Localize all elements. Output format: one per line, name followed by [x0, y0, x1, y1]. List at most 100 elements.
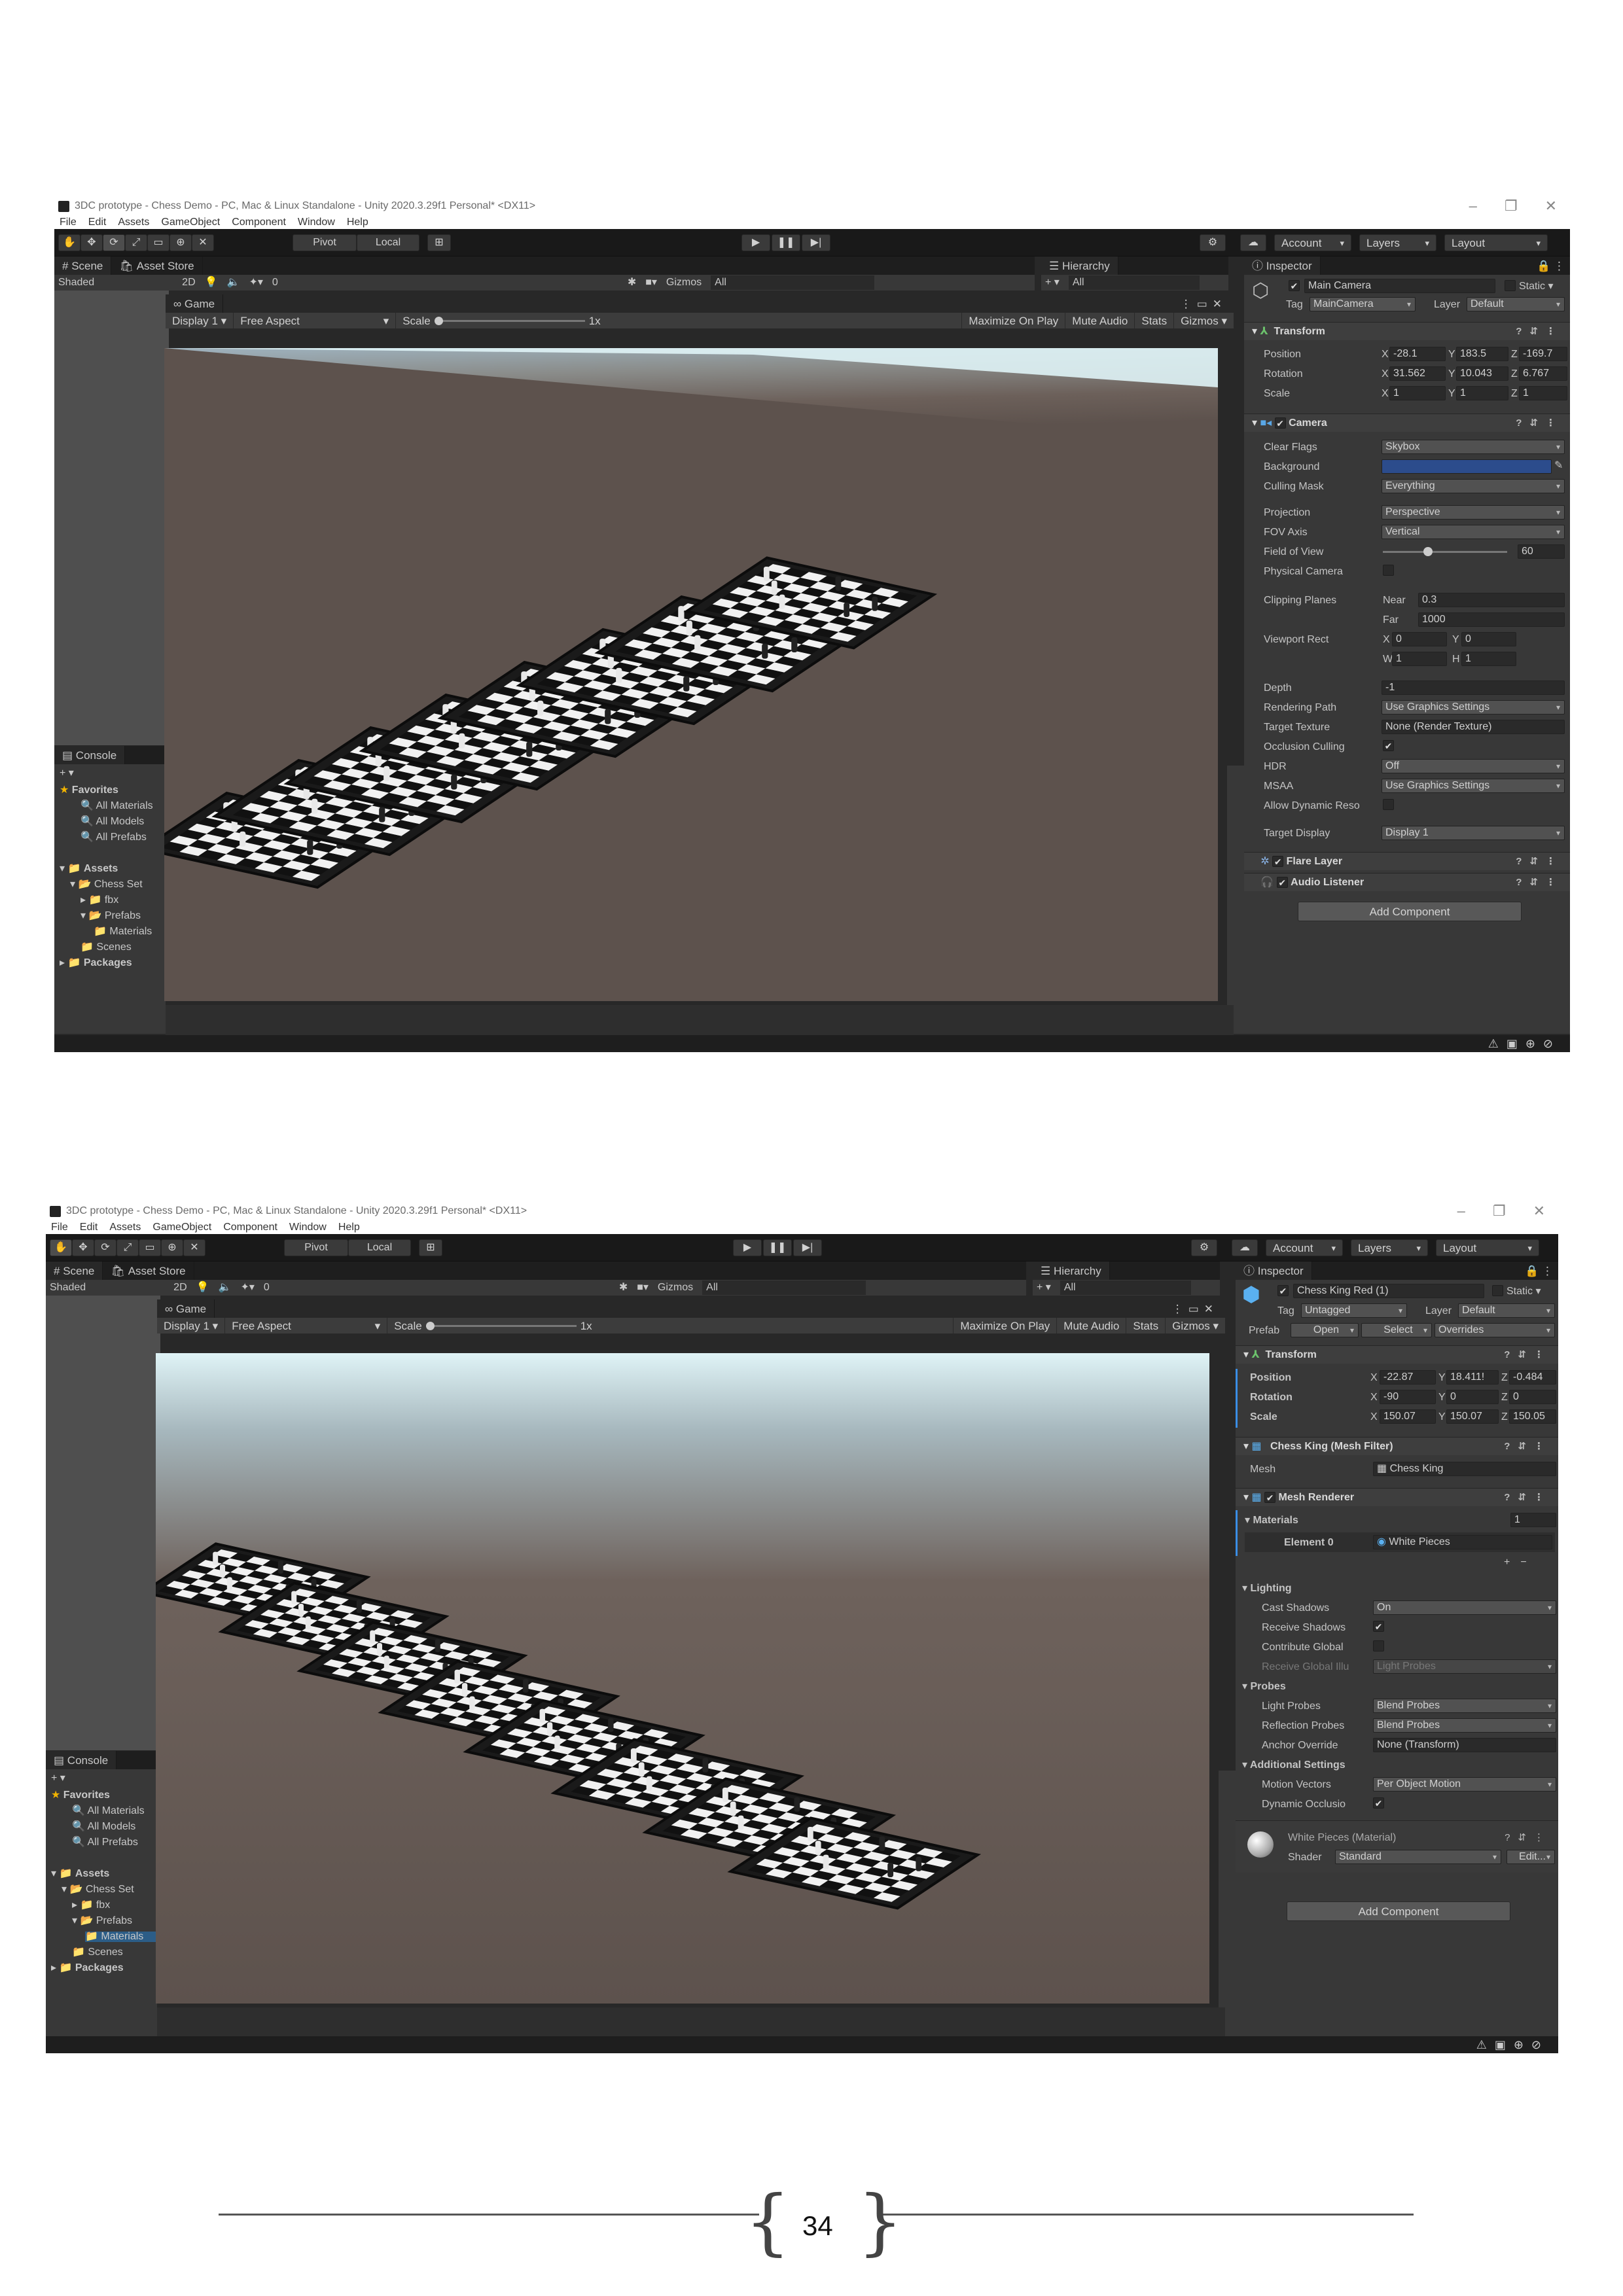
mesh-field[interactable]: ▦ Chess King: [1373, 1462, 1556, 1476]
rendering-path-dropdown[interactable]: Use Graphics Settings: [1382, 700, 1565, 715]
game-viewport[interactable]: [164, 348, 1218, 1001]
layout-dropdown[interactable]: Layout: [1436, 1239, 1539, 1256]
rotation-x-field[interactable]: 31.562: [1389, 366, 1446, 381]
mesh-renderer-menu-icons[interactable]: ?⇵⋮: [1504, 1492, 1552, 1502]
layers-dropdown[interactable]: Layers: [1351, 1239, 1428, 1256]
display-dropdown[interactable]: Display 1 ▾: [166, 313, 233, 328]
rotation-x-field[interactable]: -90: [1380, 1390, 1436, 1404]
reflection-probes-dropdown[interactable]: Blend Probes: [1373, 1718, 1556, 1733]
camera-enabled-checkbox[interactable]: ✔: [1274, 417, 1286, 429]
rect-tool-icon[interactable]: ▭: [147, 234, 169, 251]
custom-tool-icon[interactable]: ✕: [192, 234, 214, 251]
rotate-tool-icon[interactable]: ⟳: [94, 1239, 116, 1256]
object-name-field[interactable]: Chess King Red (1): [1293, 1284, 1484, 1298]
lighting-toggle-icon[interactable]: 💡: [205, 277, 218, 288]
maximize-on-play-toggle[interactable]: Maximize On Play: [961, 313, 1065, 328]
lighting-toggle-icon[interactable]: 💡: [196, 1282, 209, 1293]
scale-y-field[interactable]: 150.07: [1446, 1409, 1499, 1424]
inspector-lock-icon[interactable]: 🔒 ⋮: [1537, 260, 1570, 272]
account-dropdown[interactable]: Account: [1274, 234, 1351, 251]
transform-header[interactable]: ▾ ⅄ Transform ?⇵⋮: [1244, 322, 1570, 340]
position-z-field[interactable]: -169.7: [1519, 347, 1567, 361]
game-viewport[interactable]: [156, 1353, 1209, 2004]
add-component-button[interactable]: Add Component: [1298, 902, 1522, 921]
anchor-override-field[interactable]: None (Transform): [1373, 1738, 1556, 1752]
project-add-button[interactable]: + ▾: [60, 768, 74, 779]
fav-all-prefabs[interactable]: 🔍 All Prefabs: [80, 832, 147, 843]
flare-menu-icons[interactable]: ?⇵⋮: [1516, 857, 1563, 866]
play-button[interactable]: ▶: [733, 1239, 762, 1256]
object-name-field[interactable]: Main Camera: [1304, 279, 1495, 293]
materials-count-field[interactable]: 1: [1510, 1513, 1556, 1527]
tab-console[interactable]: ▤ Console: [54, 746, 126, 764]
menu-help[interactable]: Help: [347, 217, 368, 228]
layers-dropdown[interactable]: Layers: [1359, 234, 1436, 251]
prefabs-folder[interactable]: ▾ 📂 Prefabs: [72, 1916, 132, 1926]
rotate-tool-icon[interactable]: ⟳: [103, 234, 125, 251]
fav-all-models[interactable]: 🔍 All Models: [80, 817, 144, 827]
audio-enabled-checkbox[interactable]: ✔: [1276, 877, 1288, 888]
fav-all-materials[interactable]: 🔍 All Materials: [72, 1806, 145, 1816]
tab-scene[interactable]: # Scene: [54, 256, 112, 275]
transform-header[interactable]: ▾ ⅄ Transform ?⇵⋮: [1236, 1345, 1558, 1364]
hdr-dropdown[interactable]: Off: [1382, 759, 1565, 773]
tag-dropdown[interactable]: Untagged: [1301, 1303, 1407, 1318]
occlusion-culling-checkbox[interactable]: ✔: [1383, 740, 1394, 751]
scene-tools-icon[interactable]: ✱: [628, 277, 636, 288]
tab-console[interactable]: ▤ Console: [46, 1751, 117, 1769]
scene-gizmos-dropdown[interactable]: Gizmos: [658, 1282, 693, 1293]
component-menu-icons[interactable]: ?⇵⋮: [1504, 1350, 1552, 1360]
account-dropdown[interactable]: Account: [1266, 1239, 1343, 1256]
tab-inspector[interactable]: ⓘ Inspector: [1244, 256, 1321, 275]
mute-audio-toggle[interactable]: Mute Audio: [1056, 1318, 1126, 1333]
scale-tool-icon[interactable]: ⤢: [116, 1239, 139, 1256]
tag-dropdown[interactable]: MainCamera: [1310, 297, 1416, 311]
far-field[interactable]: 1000: [1418, 612, 1565, 627]
transform-tool-icon[interactable]: ⊕: [169, 234, 192, 251]
2d-toggle[interactable]: 2D: [173, 1282, 187, 1293]
assets-folder[interactable]: ▾ 📁 Assets: [60, 864, 118, 874]
receive-gi-dropdown[interactable]: Light Probes: [1373, 1659, 1556, 1674]
add-component-button[interactable]: Add Component: [1287, 1901, 1510, 1921]
packages-folder[interactable]: ▸ 📁 Packages: [51, 1963, 124, 1973]
favorites-folder[interactable]: ★ Favorites: [51, 1790, 110, 1801]
msaa-dropdown[interactable]: Use Graphics Settings: [1382, 779, 1565, 793]
position-z-field[interactable]: -0.484: [1509, 1370, 1556, 1385]
prefabs-folder[interactable]: ▾ 📂 Prefabs: [80, 911, 141, 921]
position-x-field[interactable]: -28.1: [1389, 347, 1446, 361]
mesh-filter-menu-icons[interactable]: ?⇵⋮: [1504, 1441, 1552, 1451]
viewport-h-field[interactable]: 1: [1461, 652, 1516, 666]
flare-layer-header[interactable]: ✲ ✔ Flare Layer ?⇵⋮: [1244, 852, 1570, 870]
hierarchy-search-input[interactable]: All: [1068, 275, 1200, 290]
scene-search-input[interactable]: All: [702, 1280, 866, 1295]
tab-hierarchy[interactable]: ☰ Hierarchy: [1041, 256, 1118, 275]
background-color-swatch[interactable]: [1382, 459, 1552, 474]
materials-add-remove[interactable]: +−: [1504, 1557, 1537, 1568]
flare-enabled-checkbox[interactable]: ✔: [1272, 856, 1284, 867]
viewport-x-field[interactable]: 0: [1392, 632, 1447, 646]
assets-folder[interactable]: ▾ 📁 Assets: [51, 1869, 109, 1879]
hierarchy-search-input[interactable]: All: [1060, 1280, 1191, 1295]
mesh-renderer-checkbox[interactable]: ✔: [1264, 1492, 1276, 1503]
pause-button[interactable]: ❚❚: [763, 1239, 792, 1256]
menu-edit[interactable]: Edit: [88, 217, 107, 228]
audio-toggle-icon[interactable]: 🔈: [227, 277, 240, 288]
audio-toggle-icon[interactable]: 🔈: [219, 1282, 232, 1293]
close-button[interactable]: ✕: [1533, 1204, 1545, 1218]
mesh-renderer-header[interactable]: ▾ ▦ ✔ Mesh Renderer ?⇵⋮: [1236, 1488, 1558, 1506]
camera-settings-icon[interactable]: ■▾: [645, 277, 657, 288]
status-icons[interactable]: ⚠▣⊕⊘: [1476, 2039, 1549, 2051]
rect-tool-icon[interactable]: ▭: [139, 1239, 161, 1256]
menu-file[interactable]: File: [60, 217, 77, 228]
fav-all-materials[interactable]: 🔍 All Materials: [80, 801, 153, 811]
step-button[interactable]: ▶|: [802, 234, 830, 251]
viewport-w-field[interactable]: 1: [1392, 652, 1447, 666]
probes-section[interactable]: ▾ Probes: [1242, 1682, 1286, 1692]
projection-dropdown[interactable]: Perspective: [1382, 505, 1565, 520]
scale-z-field[interactable]: 150.05: [1509, 1409, 1556, 1424]
target-texture-field[interactable]: None (Render Texture): [1382, 720, 1565, 734]
tab-inspector[interactable]: ⓘ Inspector: [1236, 1262, 1312, 1280]
clear-flags-dropdown[interactable]: Skybox: [1382, 440, 1565, 454]
target-display-dropdown[interactable]: Display 1: [1382, 826, 1565, 840]
transform-tool-icon[interactable]: ⊕: [161, 1239, 183, 1256]
